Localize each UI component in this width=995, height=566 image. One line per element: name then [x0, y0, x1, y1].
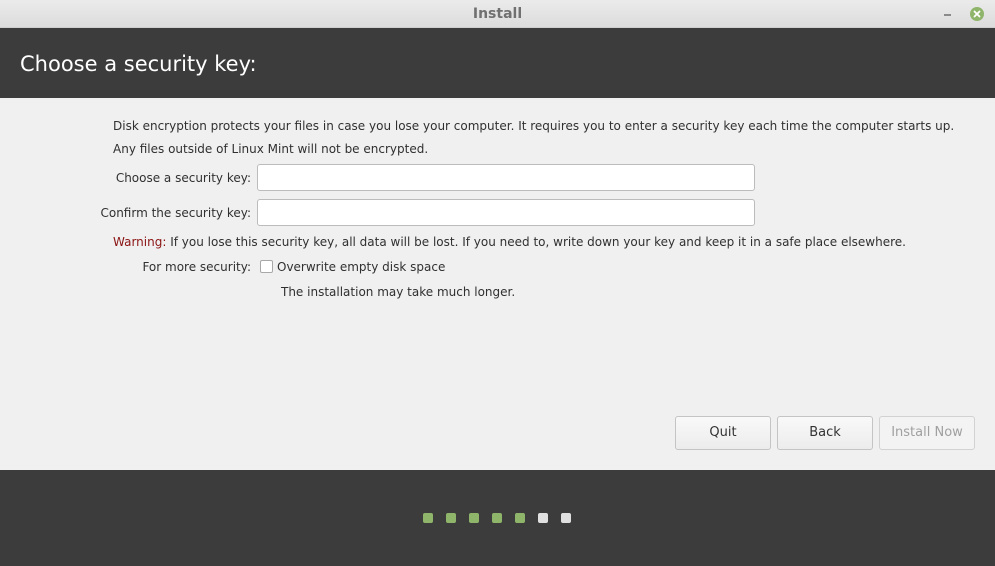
security-key-input[interactable]: [257, 164, 755, 191]
overwrite-checkbox-label[interactable]: Overwrite empty disk space: [277, 260, 445, 274]
security-key-label: Choose a security key:: [115, 171, 251, 185]
warning-text: If you lose this security key, all data …: [166, 235, 906, 249]
close-button[interactable]: [970, 7, 984, 21]
overwrite-checkbox[interactable]: [260, 260, 273, 273]
progress-dot: [423, 513, 433, 523]
progress-dot: [469, 513, 479, 523]
quit-button[interactable]: Quit: [675, 416, 771, 450]
confirm-key-input[interactable]: [257, 199, 755, 226]
main-content: Disk encryption protects your files in c…: [0, 98, 995, 470]
progress-dot: [492, 513, 502, 523]
footer: [0, 470, 995, 566]
confirm-key-label: Confirm the security key:: [100, 206, 251, 220]
progress-dot: [446, 513, 456, 523]
intro-text-1: Disk encryption protects your files in c…: [113, 119, 955, 133]
progress-dot: [538, 513, 548, 523]
minimize-button[interactable]: [940, 5, 956, 21]
back-button[interactable]: Back: [777, 416, 873, 450]
progress-dot: [515, 513, 525, 523]
overwrite-note: The installation may take much longer.: [281, 285, 516, 299]
more-security-label: For more security:: [142, 260, 251, 274]
warning-message: Warning: If you lose this security key, …: [113, 235, 906, 249]
page-header: Choose a security key:: [0, 28, 995, 98]
install-now-button[interactable]: Install Now: [879, 416, 975, 450]
window-title: Install: [472, 6, 523, 22]
page-title: Choose a security key:: [20, 52, 257, 76]
warning-label: Warning:: [113, 235, 167, 249]
intro-text-2: Any files outside of Linux Mint will not…: [113, 142, 429, 156]
progress-dot: [561, 513, 571, 523]
close-icon: [973, 10, 981, 18]
window-titlebar: Install: [0, 0, 995, 28]
